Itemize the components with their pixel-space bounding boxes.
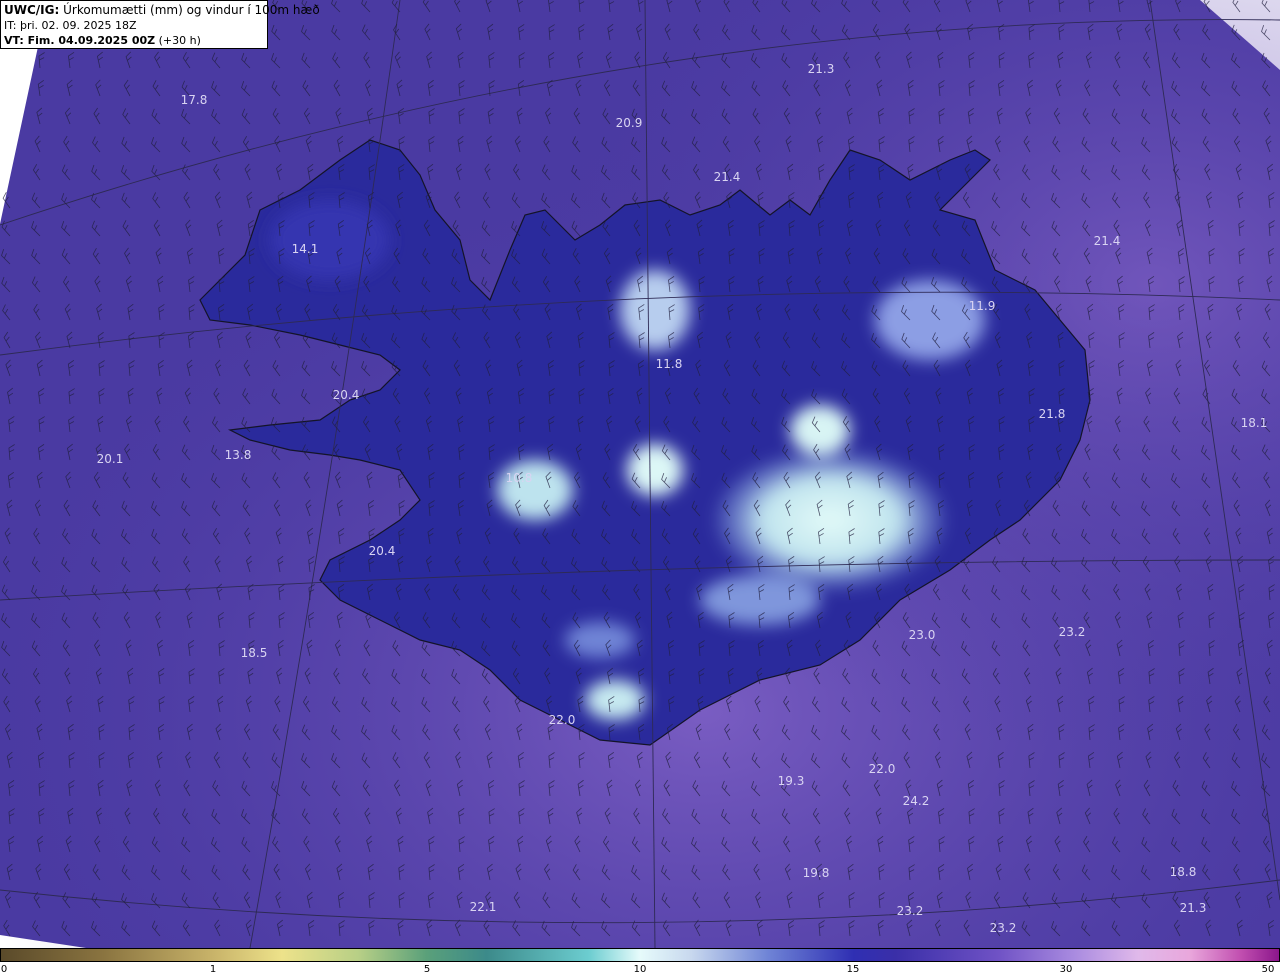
station-value-label: 18.5: [241, 646, 268, 660]
station-value-label: 13.8: [225, 448, 252, 462]
station-value-label: 18.1: [1241, 416, 1268, 430]
colorbar-legend: 0 1 5 10 15 30 50: [0, 948, 1280, 978]
station-value-label: 19.3: [778, 774, 805, 788]
station-value-label: 20.9: [616, 116, 643, 130]
colorbar-tick: 0: [0, 964, 8, 975]
station-value-label: 24.2: [903, 794, 930, 808]
station-value-label: 11.9: [969, 299, 996, 313]
station-value-label: 23.2: [1059, 625, 1086, 639]
station-value-label: 22.1: [470, 900, 497, 914]
station-value-label: 23.0: [909, 628, 936, 642]
station-value-label: 11.8: [656, 357, 683, 371]
station-value-label: 21.3: [1180, 901, 1207, 915]
map-title: Úrkomumætti (mm) og vindur í 100m hæð: [63, 3, 320, 17]
valid-time: VT: Fim. 04.09.2025 00Z: [4, 34, 156, 47]
colorbar-tick: 15: [846, 964, 860, 975]
colorbar-tick: 1: [209, 964, 217, 975]
station-value-label: 21.3: [808, 62, 835, 76]
header-title-line: UWC/IG: Úrkomumætti (mm) og vindur í 100…: [4, 3, 320, 18]
station-value-label: 14.1: [292, 242, 319, 256]
colorbar-tick: 30: [1059, 964, 1073, 975]
station-value-label: 21.4: [1094, 234, 1121, 248]
station-value-label: 23.2: [990, 921, 1017, 935]
map-area: 17.8 21.3 20.9 21.4 21.4 14.1 11.9 11.8 20.4 21.8…: [0, 0, 1280, 948]
station-value-label: 20.4: [333, 388, 360, 402]
station-value-label: 18.8: [1170, 865, 1197, 879]
station-value-label: 22.0: [869, 762, 896, 776]
station-value-label: 21.4: [714, 170, 741, 184]
station-value-label: 21.8: [1039, 407, 1066, 421]
product-name: UWC/IG:: [4, 3, 60, 17]
station-value-label: 20.4: [369, 544, 396, 558]
station-value-label: 17.8: [181, 93, 208, 107]
colorbar-tick: 10: [633, 964, 647, 975]
station-value-label: 23.2: [897, 904, 924, 918]
station-value-label: 22.0: [549, 713, 576, 727]
colorbar-tick: 50: [1261, 964, 1275, 975]
station-value-label: 10.8: [506, 471, 533, 485]
colorbar-tick: 5: [423, 964, 431, 975]
colorbar: [0, 948, 1280, 962]
station-value-label: 20.1: [97, 452, 124, 466]
issue-time: IT: þri. 02. 09. 2025 18Z: [4, 19, 137, 32]
valid-time-line: VT: Fim. 04.09.2025 00Z (+30 h): [4, 33, 264, 48]
map-canvas: 17.8 21.3 20.9 21.4 21.4 14.1 11.9 11.8 20.4 21.8…: [0, 0, 1280, 948]
station-value-label: 19.8: [803, 866, 830, 880]
forecast-hour: (+30 h): [158, 34, 201, 47]
map-header: UWC/IG: Úrkomumætti (mm) og vindur í 100…: [0, 0, 320, 49]
